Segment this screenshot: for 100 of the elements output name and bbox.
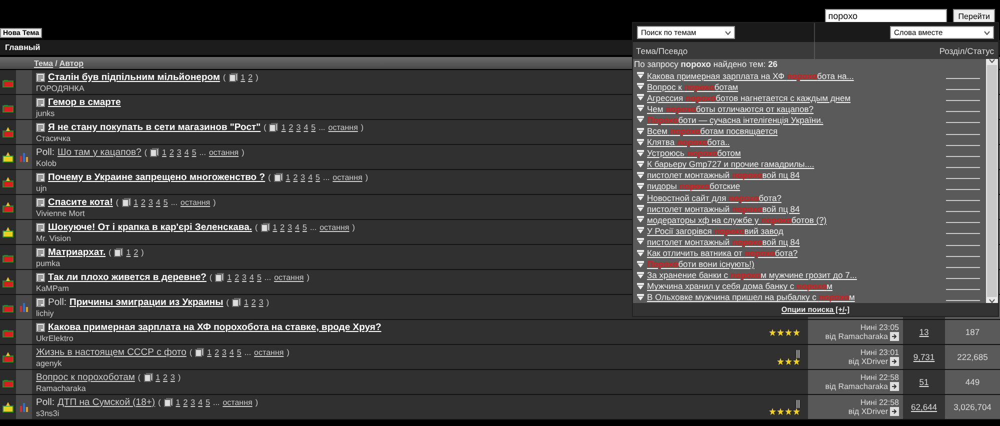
search-result-link[interactable]: пидоры порохоботские: [647, 181, 740, 192]
expand-arrow-icon[interactable]: [637, 182, 644, 190]
search-result-link[interactable]: Мужчина хранил у себя дома банку с порохом: [647, 281, 832, 292]
page-link[interactable]: 3: [300, 172, 306, 182]
scrollbar[interactable]: [986, 59, 998, 303]
expand-arrow-icon[interactable]: [637, 105, 644, 112]
page-link[interactable]: 5: [192, 148, 196, 156]
page-link[interactable]: 2: [234, 272, 240, 282]
page-link[interactable]: 2: [251, 298, 256, 306]
last-page-link[interactable]: остання: [328, 122, 358, 132]
last-page-link[interactable]: остання: [208, 148, 239, 156]
page-link[interactable]: 1: [126, 248, 131, 256]
page-link[interactable]: 4: [184, 148, 189, 156]
page-link[interactable]: 5: [256, 272, 262, 282]
search-result-link[interactable]: В Ольховке мужчина пришел на рыбалку с порохом: [647, 292, 855, 302]
replies-link[interactable]: 9,731: [913, 352, 935, 362]
expand-arrow-icon[interactable]: [637, 260, 644, 268]
last-page-link[interactable]: остання: [274, 272, 304, 282]
page-link[interactable]: 2: [183, 398, 188, 406]
last-page-link[interactable]: остання: [180, 198, 210, 206]
page-link[interactable]: 5: [206, 398, 210, 406]
page-link[interactable]: 1: [244, 298, 248, 306]
page-link[interactable]: 4: [295, 222, 300, 232]
expand-arrow-icon[interactable]: [637, 72, 644, 80]
search-result-link[interactable]: пистолет монтажный пороховой пц 84: [647, 236, 800, 247]
page-link[interactable]: 2: [141, 198, 146, 206]
page-link[interactable]: 2: [214, 348, 220, 356]
search-result-link[interactable]: У Росії загорівся пороховий завод: [647, 226, 784, 236]
topic-title-link[interactable]: Спасите кота!: [48, 196, 113, 208]
expand-arrow-icon[interactable]: [637, 160, 644, 168]
search-field[interactable]: порохо: [825, 9, 948, 23]
page-link[interactable]: 4: [308, 172, 313, 182]
page-link[interactable]: 1: [272, 222, 278, 232]
page-link[interactable]: 1: [207, 348, 212, 356]
page-link[interactable]: 1: [240, 72, 246, 82]
expand-arrow-icon[interactable]: [637, 94, 644, 102]
page-link[interactable]: 3: [222, 348, 226, 356]
expand-arrow-icon[interactable]: [637, 227, 644, 234]
topic-title-link[interactable]: ДТП на Сумской (18+): [57, 396, 156, 408]
page-link[interactable]: 3: [170, 372, 175, 382]
author-sort-link[interactable]: Автор: [59, 58, 84, 68]
page-link[interactable]: 3: [190, 398, 196, 406]
page-link[interactable]: 1: [176, 398, 180, 406]
search-result-link[interactable]: Устроюсь порохоботом: [647, 148, 741, 158]
page-link[interactable]: 2: [288, 122, 294, 132]
page-link[interactable]: 2: [280, 222, 285, 232]
page-link[interactable]: 2: [134, 248, 138, 256]
expand-arrow-icon[interactable]: [637, 194, 644, 202]
page-link[interactable]: 3: [296, 122, 301, 132]
page-link[interactable]: 2: [248, 72, 253, 82]
last-page-link[interactable]: остання: [332, 172, 362, 182]
expand-arrow-icon[interactable]: [637, 172, 644, 179]
page-link[interactable]: 1: [162, 148, 166, 156]
page-link[interactable]: 1: [281, 122, 286, 132]
topic-title-link[interactable]: Жизнь в настоящем СССР с фото: [36, 346, 186, 358]
go-button[interactable]: Перейти: [953, 9, 995, 23]
page-link[interactable]: 2: [169, 148, 174, 156]
page-link[interactable]: 5: [316, 172, 320, 182]
page-link[interactable]: 4: [229, 348, 234, 356]
expand-arrow-icon[interactable]: [637, 150, 644, 157]
expand-arrow-icon[interactable]: [637, 216, 644, 224]
page-link[interactable]: 3: [258, 298, 264, 306]
replies-link[interactable]: 62,644: [911, 402, 937, 412]
search-result-link[interactable]: Вопрос к порохоботам: [647, 82, 738, 92]
page-link[interactable]: 5: [163, 198, 168, 206]
search-result-link[interactable]: Порохоботи — сучасна інтелігенція України.: [647, 114, 824, 125]
topic-title-link[interactable]: Сталін був підпільним мільйонером: [48, 72, 220, 82]
topic-title-link[interactable]: Матриархат.: [48, 246, 106, 258]
search-result-link[interactable]: За хранение банки с порохом мужчине грозит до 7...: [647, 270, 857, 280]
page-link[interactable]: 3: [242, 272, 246, 282]
topic-title-link[interactable]: Почему в Украине запрещено многоженство ?: [48, 172, 266, 182]
search-result-link[interactable]: Порохоботи вони існують!): [647, 259, 754, 270]
page-link[interactable]: 5: [311, 122, 316, 132]
last-page-link[interactable]: остання: [254, 348, 284, 356]
search-result-link[interactable]: Как отличить ватника от порохобота?: [647, 248, 798, 258]
search-result-link[interactable]: модераторы хф на службе у порохоботов (?): [647, 214, 827, 225]
page-link[interactable]: 4: [198, 398, 203, 406]
page-link[interactable]: 1: [286, 172, 290, 182]
topic-title-link[interactable]: Так ли плохо живется в деревне?: [48, 272, 206, 282]
search-result-link[interactable]: пистолет монтажный пороховой пц 84: [647, 170, 800, 180]
search-result-link[interactable]: пистолет монтажный пороховой пц 84: [647, 204, 800, 214]
page-link[interactable]: 2: [163, 372, 168, 382]
search-result-link[interactable]: Клятва порохобота..: [647, 137, 730, 148]
topic-title-link[interactable]: Причины эмиграции из Украины: [69, 296, 224, 308]
search-result-link[interactable]: Всем порохоботам посвящается: [647, 126, 778, 136]
replies-link[interactable]: 13: [919, 327, 929, 337]
last-page-link[interactable]: остання: [222, 398, 252, 406]
topic-sort-link[interactable]: Тема: [34, 58, 54, 68]
replies-link[interactable]: 51: [919, 377, 929, 387]
page-link[interactable]: 4: [304, 122, 308, 132]
expand-arrow-icon[interactable]: [637, 238, 644, 246]
page-link[interactable]: 3: [176, 148, 182, 156]
expand-arrow-icon[interactable]: [637, 294, 644, 301]
page-link[interactable]: 4: [156, 198, 160, 206]
go-to-post-icon[interactable]: [890, 407, 899, 416]
search-result-link[interactable]: Новостной сайт для порохобота?: [647, 192, 782, 203]
expand-arrow-icon[interactable]: [637, 272, 644, 279]
page-link[interactable]: 1: [227, 272, 232, 282]
expand-arrow-icon[interactable]: [637, 138, 644, 146]
search-result-link[interactable]: Чем порохоботы отличаются от кацапов?: [647, 104, 814, 114]
